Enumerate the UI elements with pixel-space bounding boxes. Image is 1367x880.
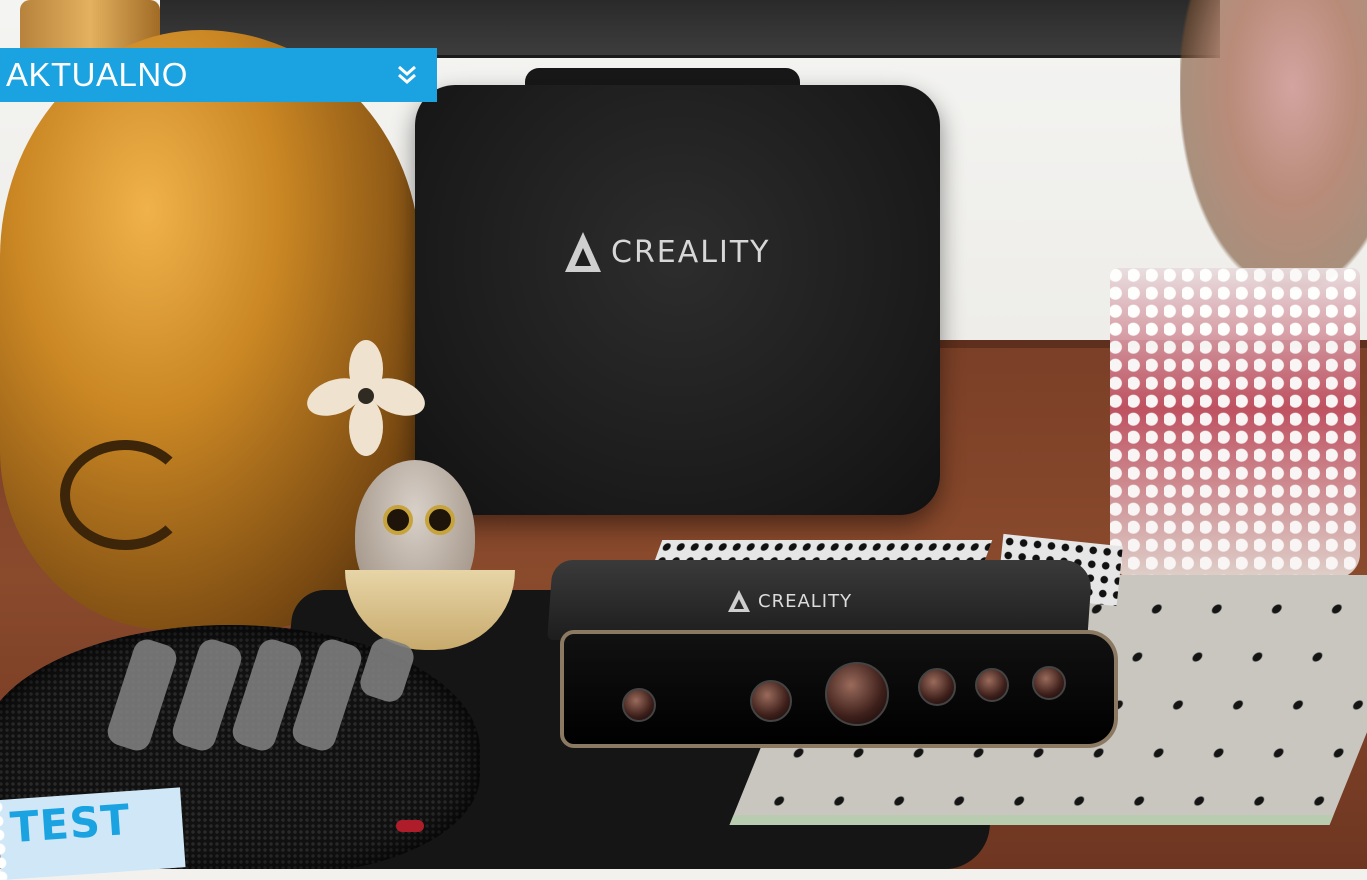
owl-eye (383, 505, 413, 535)
case-brand-text: CREALITY (611, 234, 771, 270)
double-chevron-down-icon[interactable] (391, 59, 423, 91)
carrying-case (415, 85, 940, 515)
photo-scene: CREALITY CREALITY (0, 0, 1367, 869)
scanner-lens (918, 668, 956, 706)
3d-scanner: CREALITY (540, 560, 1118, 760)
test-stamp: TEST (0, 787, 186, 880)
category-banner[interactable]: AKTUALNO (0, 48, 437, 102)
scanner-lens (1032, 666, 1066, 700)
scanner-logo: CREALITY (728, 590, 852, 612)
creality-logo-icon (728, 590, 750, 612)
scanner-lens (622, 688, 656, 722)
owl-figurine (345, 460, 515, 650)
flower-center (358, 388, 374, 404)
banner-title: AKTUALNO (6, 56, 188, 93)
scanner-lens (825, 662, 889, 726)
case-logo: CREALITY (565, 232, 770, 272)
dried-flowers (1180, 0, 1367, 290)
creality-logo-icon (565, 232, 601, 272)
scanner-brand-text: CREALITY (758, 590, 853, 612)
scanner-lens (750, 680, 792, 722)
test-stamp-label: TEST (8, 794, 133, 853)
cream-flower (301, 340, 431, 456)
glass-with-beads (1110, 268, 1360, 578)
speaker-port-light (396, 820, 424, 832)
scanner-lens (975, 668, 1009, 702)
flower-petal (349, 398, 383, 456)
vase-swirl-decoration (60, 440, 190, 550)
egg-shell (345, 570, 515, 650)
owl-eye (425, 505, 455, 535)
